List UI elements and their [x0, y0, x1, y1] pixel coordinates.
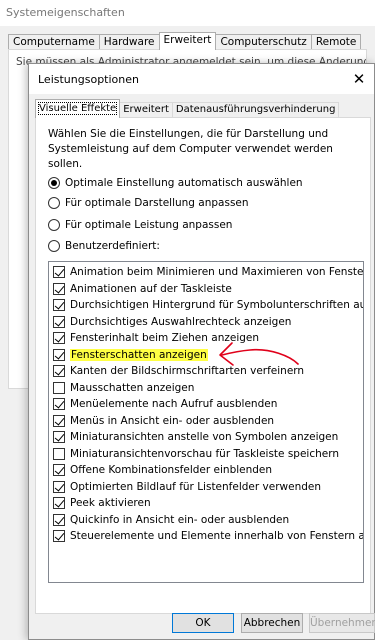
- list-item-label: Animationen auf der Taskleiste: [70, 282, 232, 295]
- list-item[interactable]: Mausschatten anzeigen: [49, 380, 363, 396]
- tab-computername[interactable]: Computername: [8, 34, 100, 50]
- list-item[interactable]: Menüelemente nach Aufruf ausblenden: [49, 396, 363, 412]
- dialog-titlebar: Leistungsoptionen ✕: [29, 64, 374, 94]
- checkbox-checked[interactable]: [53, 414, 65, 427]
- radio-optimal-appearance[interactable]: Für optimale Darstellung anpassen: [48, 197, 249, 209]
- list-item[interactable]: Peek aktivieren: [49, 495, 363, 511]
- tab-visuelle-effekte-label: Visuelle Effekte: [37, 102, 118, 115]
- tab-hardware[interactable]: Hardware: [98, 34, 160, 50]
- list-item-label: Steuerelemente und Elemente innerhalb vo…: [70, 530, 363, 542]
- list-item[interactable]: Fensterinhalt beim Ziehen anzeigen: [49, 330, 363, 346]
- list-item-label: Animation beim Minimieren und Maximieren…: [70, 266, 364, 278]
- list-item[interactable]: Animation beim Minimieren und Maximieren…: [49, 264, 364, 280]
- system-properties-tabs: Computername Hardware Erweitert Computer…: [8, 32, 362, 50]
- list-item-label: Offene Kombinationsfelder einblenden: [70, 464, 273, 476]
- list-item-label: Durchsichtiges Auswahlrechteck anzeigen: [70, 315, 292, 328]
- list-item-label: Mausschatten anzeigen: [70, 381, 195, 394]
- description-text: Wählen Sie die Einstellungen, die für Da…: [48, 128, 333, 170]
- radio-optimal-performance[interactable]: Für optimale Leistung anpassen: [48, 219, 232, 231]
- list-item-label: Menüelemente nach Aufruf ausblenden: [70, 398, 278, 410]
- dialog-title: Leistungsoptionen: [38, 73, 139, 86]
- checkbox-checked[interactable]: [53, 365, 65, 377]
- list-item[interactable]: Miniaturansichtenvorschau für Taskleiste…: [49, 446, 363, 462]
- tab-erweitert-dialog[interactable]: Erweitert: [119, 102, 173, 118]
- list-item[interactable]: Kanten der Bildschirmschriftarten verfei…: [49, 363, 363, 379]
- tab-visuelle-effekte[interactable]: Visuelle Effekte: [35, 99, 121, 118]
- radio-custom[interactable]: Benutzerdefiniert:: [48, 240, 160, 252]
- radio-label: Optimale Einstellung automatisch auswähl…: [65, 177, 303, 189]
- list-item[interactable]: Offene Kombinationsfelder einblenden: [49, 462, 363, 478]
- checkbox-checked[interactable]: [53, 266, 65, 278]
- list-item[interactable]: Fensterschatten anzeigen: [49, 347, 363, 363]
- tab-remote[interactable]: Remote: [310, 34, 362, 50]
- checkbox-checked[interactable]: [53, 332, 65, 344]
- list-item-label: Kanten der Bildschirmschriftarten verfei…: [70, 365, 305, 377]
- tab-computerschutz[interactable]: Computerschutz: [215, 34, 312, 50]
- checkbox-checked[interactable]: [53, 431, 65, 443]
- checkbox-checked[interactable]: [53, 299, 65, 311]
- checkbox-checked[interactable]: [53, 398, 65, 410]
- list-item[interactable]: Quickinfo in Ansicht ein- oder ausblende…: [49, 512, 363, 528]
- list-item-label: Quickinfo in Ansicht ein- oder ausblende…: [70, 513, 290, 526]
- list-item-label: Fensterinhalt beim Ziehen anzeigen: [70, 332, 260, 344]
- system-properties-titlebar: Systemeigenschaften: [0, 0, 375, 26]
- list-item-label: Durchsichtigen Hintergrund für Symbolunt…: [70, 299, 363, 311]
- list-item-label: Optimierten Bildlauf für Listenfelder ve…: [70, 480, 322, 493]
- radio-label: Für optimale Darstellung anpassen: [65, 197, 249, 209]
- checkbox-checked[interactable]: [53, 282, 65, 295]
- checkbox-checked[interactable]: [53, 497, 65, 509]
- list-item-label: Miniaturansichten anstelle von Symbolen …: [70, 431, 339, 443]
- radio-optimal-auto[interactable]: Optimale Einstellung automatisch auswähl…: [48, 177, 303, 189]
- list-item-label: Peek aktivieren: [70, 497, 151, 509]
- list-item[interactable]: Miniaturansichten anstelle von Symbolen …: [49, 429, 363, 445]
- checkbox-checked[interactable]: [53, 480, 65, 493]
- tab-datenausfuehrungsverhinderung[interactable]: Datenausführungsverhinderung: [171, 102, 340, 118]
- list-item-label: Menüs in Ansicht ein- oder ausblenden: [70, 414, 275, 427]
- radio-button[interactable]: [48, 240, 60, 252]
- list-item[interactable]: Steuerelemente und Elemente innerhalb vo…: [49, 528, 363, 544]
- tab-erweitert[interactable]: Erweitert: [158, 32, 217, 50]
- checkbox-unchecked[interactable]: [53, 447, 65, 460]
- list-item-label: Miniaturansichtenvorschau für Taskleiste…: [70, 447, 340, 460]
- list-item[interactable]: Menüs in Ansicht ein- oder ausblenden: [49, 413, 363, 429]
- system-properties-title: Systemeigenschaften: [6, 6, 125, 19]
- visual-effects-list[interactable]: Animation beim Minimieren und Maximieren…: [48, 261, 364, 583]
- list-item[interactable]: Optimierten Bildlauf für Listenfelder ve…: [49, 479, 363, 495]
- radio-button[interactable]: [48, 197, 60, 209]
- list-item-label: Fensterschatten anzeigen: [70, 348, 208, 361]
- radio-button-selected[interactable]: [48, 177, 60, 189]
- checkbox-checked[interactable]: [53, 530, 65, 542]
- checkbox-unchecked[interactable]: [53, 381, 65, 394]
- cancel-button[interactable]: Abbrechen: [241, 613, 303, 633]
- list-item[interactable]: Animationen auf der Taskleiste: [49, 281, 363, 297]
- checkbox-checked[interactable]: [53, 315, 65, 328]
- dialog-tabs: Visuelle Effekte Erweitert Datenausführu…: [35, 99, 340, 118]
- checkbox-checked[interactable]: [53, 513, 65, 526]
- close-icon[interactable]: ✕: [344, 64, 374, 94]
- apply-button[interactable]: Übernehmen: [309, 613, 375, 633]
- ok-button[interactable]: OK: [172, 613, 234, 633]
- list-item[interactable]: Durchsichtiges Auswahlrechteck anzeigen: [49, 314, 363, 330]
- list-item[interactable]: Durchsichtigen Hintergrund für Symbolunt…: [49, 297, 363, 313]
- checkbox-checked[interactable]: [53, 348, 65, 361]
- checkbox-checked[interactable]: [53, 464, 65, 476]
- radio-label: Benutzerdefiniert:: [65, 240, 160, 252]
- radio-button[interactable]: [48, 219, 60, 231]
- radio-label: Für optimale Leistung anpassen: [65, 219, 233, 231]
